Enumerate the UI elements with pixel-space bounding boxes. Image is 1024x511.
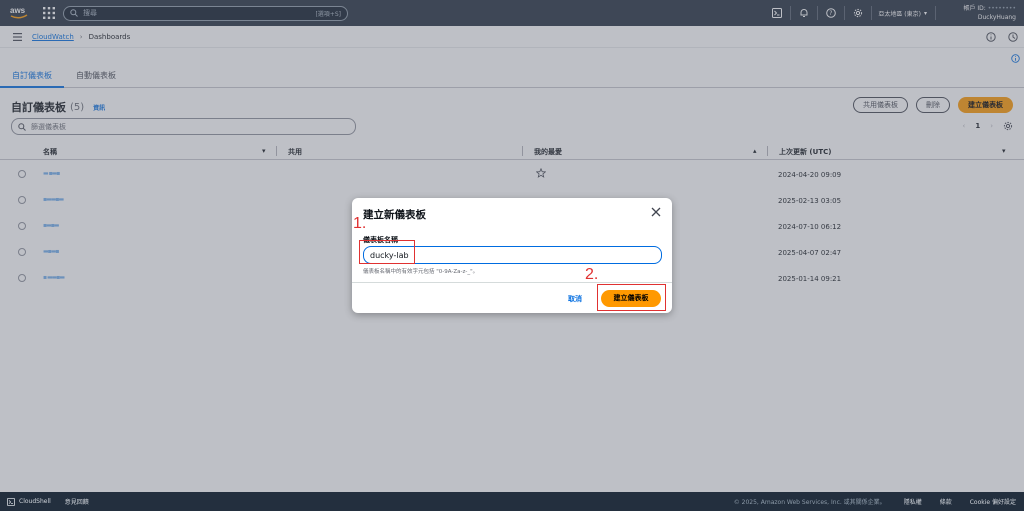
privacy-link[interactable]: 隱私權 bbox=[904, 497, 922, 506]
field-hint: 儀表板名稱中的有效字元包括 "0-9A-Za-z-_"。 bbox=[363, 269, 479, 275]
annotation-box-1 bbox=[359, 240, 415, 264]
close-icon[interactable] bbox=[651, 207, 661, 217]
cancel-button[interactable]: 取消 bbox=[568, 294, 582, 304]
feedback-link[interactable]: 意見回饋 bbox=[65, 497, 89, 506]
footer: CloudShell 意見回饋 © 2025, Amazon Web Servi… bbox=[0, 492, 1024, 511]
annotation-step-2: 2. bbox=[585, 266, 599, 283]
annotation-step-1: 1. bbox=[353, 215, 367, 232]
modal-title: 建立新儀表板 bbox=[363, 209, 426, 221]
divider bbox=[352, 282, 672, 283]
cloudshell-icon bbox=[7, 497, 15, 506]
cloudshell-button[interactable]: CloudShell bbox=[7, 497, 51, 506]
annotation-box-2 bbox=[597, 284, 666, 311]
cookie-preferences-link[interactable]: Cookie 偏好設定 bbox=[970, 497, 1016, 506]
terms-link[interactable]: 條款 bbox=[940, 497, 952, 506]
copyright: © 2025, Amazon Web Services, Inc. 或其關係企業… bbox=[733, 499, 886, 506]
